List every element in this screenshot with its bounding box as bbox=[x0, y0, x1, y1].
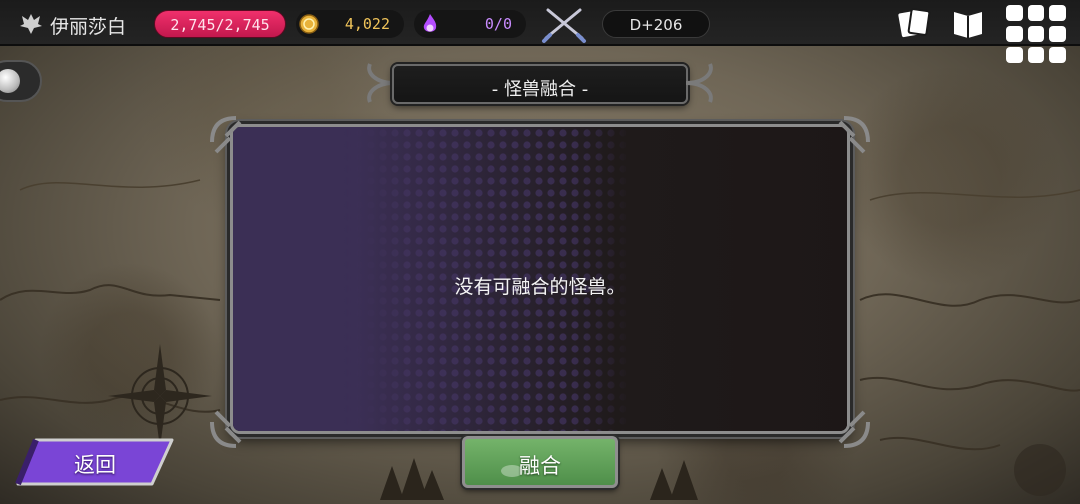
fuse-button-label: 融合 bbox=[519, 454, 561, 478]
corner-ornament-icon bbox=[210, 116, 242, 154]
hp-display: 2,745/2,745 bbox=[154, 10, 286, 38]
player-name: 伊丽莎白 bbox=[50, 16, 127, 38]
menu-grid-icon[interactable] bbox=[1006, 5, 1066, 63]
crossed-swords-icon[interactable] bbox=[538, 4, 590, 46]
winged-crest-icon bbox=[20, 14, 42, 34]
corner-ornament-icon bbox=[838, 116, 870, 154]
dialog-title: - 怪兽融合 - bbox=[491, 79, 589, 100]
side-panel-toggle[interactable] bbox=[0, 60, 42, 102]
cards-icon[interactable] bbox=[896, 6, 932, 40]
gold-coin-icon bbox=[299, 14, 319, 34]
book-icon[interactable] bbox=[950, 6, 986, 40]
back-button-label: 返回 bbox=[74, 453, 116, 477]
fuse-button[interactable]: 融合 bbox=[462, 436, 618, 488]
toggle-knob-icon bbox=[0, 69, 20, 93]
left-flourish-ornament bbox=[367, 63, 395, 103]
monster-fusion-panel: 没有可融合的怪兽。 bbox=[230, 124, 850, 434]
corner-ornament-icon bbox=[838, 410, 870, 448]
dialog-title-plaque: - 怪兽融合 - bbox=[392, 64, 688, 104]
empty-state-message: 没有可融合的怪兽。 bbox=[454, 276, 626, 298]
corner-ornament-icon bbox=[210, 410, 242, 448]
soul-flame-icon bbox=[423, 14, 437, 32]
back-button[interactable]: 返回 bbox=[14, 436, 176, 488]
right-flourish-ornament bbox=[685, 63, 713, 103]
top-status-bar: 伊丽莎白 2,745/2,745 4,022 0/0 D+206 bbox=[0, 0, 1080, 63]
day-counter: D+206 bbox=[602, 10, 710, 38]
